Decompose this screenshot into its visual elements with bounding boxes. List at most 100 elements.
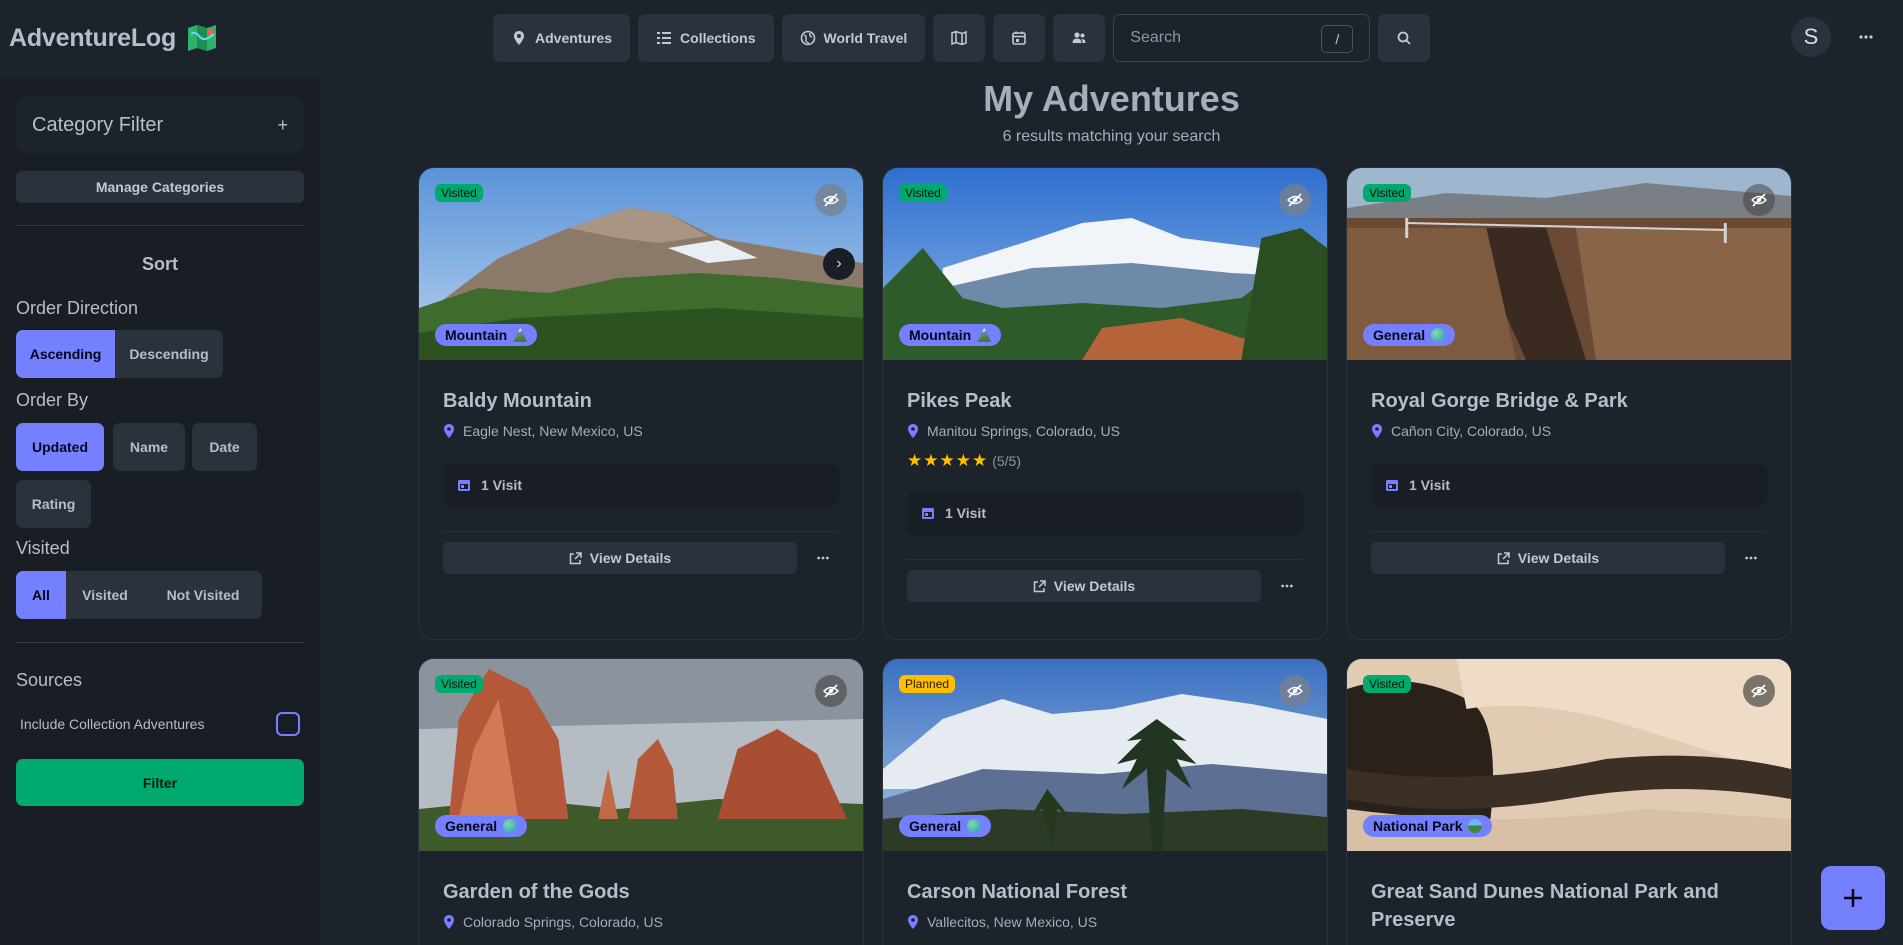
mountain-emoji-icon xyxy=(513,328,528,342)
adventure-image[interactable]: Visited General xyxy=(1347,168,1791,360)
nav-menu: Adventures Collections World Travel / xyxy=(493,14,1431,62)
ellipsis-icon xyxy=(1745,556,1757,560)
results-count: 6 results matching your search xyxy=(1002,128,1221,145)
adventure-image[interactable]: Visited › Mountain xyxy=(419,168,863,360)
map-pin-icon xyxy=(908,915,918,929)
category-label: National Park xyxy=(1373,818,1463,834)
view-details-button[interactable]: View Details xyxy=(907,570,1261,602)
adventure-location: Manitou Springs, Colorado, US xyxy=(907,423,1303,439)
visited-all-button[interactable]: All xyxy=(16,571,66,619)
private-toggle-button[interactable] xyxy=(1743,184,1775,216)
search-input[interactable] xyxy=(1130,29,1311,47)
page-title: My Adventures xyxy=(983,78,1240,119)
private-toggle-button[interactable] xyxy=(1279,184,1311,216)
brand-link[interactable]: AdventureLog xyxy=(9,22,218,54)
adventure-title: Garden of the Gods xyxy=(443,881,630,903)
map-pin-icon xyxy=(444,915,454,929)
order-ascending-button[interactable]: Ascending xyxy=(16,330,115,378)
nav-adventures-button[interactable]: Adventures xyxy=(493,14,631,62)
divider xyxy=(443,531,839,532)
ellipsis-icon xyxy=(1859,35,1873,39)
adventure-image[interactable]: Visited Mountain xyxy=(883,168,1327,360)
category-label: Mountain xyxy=(909,327,972,343)
map-icon xyxy=(951,30,968,46)
card-menu-button[interactable] xyxy=(1271,570,1303,602)
status-badge: Visited xyxy=(1363,184,1411,202)
nav-calendar-button[interactable] xyxy=(993,14,1046,62)
map-logo-icon xyxy=(188,25,217,51)
search-submit-button[interactable] xyxy=(1378,14,1431,62)
eye-off-icon xyxy=(823,684,839,698)
private-toggle-button[interactable] xyxy=(815,184,847,216)
view-details-label: View Details xyxy=(1517,550,1600,566)
expand-plus-icon: + xyxy=(277,114,288,135)
map-pin-icon xyxy=(1372,424,1382,438)
add-adventure-button[interactable] xyxy=(1821,866,1885,930)
adventure-image[interactable]: Visited National Park xyxy=(1347,659,1791,851)
private-toggle-button[interactable] xyxy=(815,675,847,707)
eye-off-icon xyxy=(823,193,839,207)
nav-right: S xyxy=(1791,16,1887,58)
navbar: AdventureLog Adventures Collections Worl… xyxy=(0,0,1903,78)
order-by-name-button[interactable]: Name xyxy=(113,423,185,471)
status-badge: Visited xyxy=(899,184,947,202)
nav-adventures-label: Adventures xyxy=(535,30,613,46)
include-collection-checkbox[interactable] xyxy=(276,712,300,736)
category-label: General xyxy=(445,818,498,834)
order-by-updated-button[interactable]: Updated xyxy=(16,423,104,471)
next-image-button[interactable]: › xyxy=(823,248,855,280)
more-options-button[interactable] xyxy=(1845,16,1887,58)
view-details-label: View Details xyxy=(1053,578,1136,594)
category-badge: General xyxy=(899,815,992,837)
globe-emoji-icon xyxy=(503,819,518,833)
brand-name: AdventureLog xyxy=(9,23,177,52)
view-details-button[interactable]: View Details xyxy=(443,542,797,574)
category-badge: General xyxy=(1363,324,1456,346)
visited-visited-button[interactable]: Visited xyxy=(66,571,144,619)
include-collection-row: Include Collection Adventures xyxy=(20,712,300,736)
manage-categories-button[interactable]: Manage Categories xyxy=(16,171,304,203)
external-link-icon xyxy=(1497,551,1510,564)
adventure-card: Visited National Park Great Sand Dunes N… xyxy=(1346,658,1792,945)
order-descending-button[interactable]: Descending xyxy=(115,330,223,378)
eye-off-icon xyxy=(1287,193,1303,207)
eye-off-icon xyxy=(1751,684,1767,698)
order-by-date-button[interactable]: Date xyxy=(192,423,257,471)
nav-users-button[interactable] xyxy=(1053,14,1106,62)
chevron-right-icon: › xyxy=(836,255,842,272)
visits-count: 1 Visit xyxy=(1409,477,1450,493)
order-direction-label: Order Direction xyxy=(16,298,139,318)
nav-world-travel-button[interactable]: World Travel xyxy=(781,14,926,62)
nav-map-button[interactable] xyxy=(933,14,986,62)
sources-label: Sources xyxy=(16,670,83,690)
order-by-label: Order By xyxy=(16,390,89,410)
nav-collections-button[interactable]: Collections xyxy=(638,14,774,62)
visited-not-visited-button[interactable]: Not Visited xyxy=(144,571,262,619)
visits-box: 1 Visit xyxy=(907,491,1303,535)
card-menu-button[interactable] xyxy=(807,542,839,574)
national-park-emoji-icon xyxy=(1468,819,1483,833)
search-field[interactable]: / xyxy=(1113,14,1371,62)
user-avatar[interactable]: S xyxy=(1791,17,1831,57)
adventure-card: Planned General Carson National Forest V… xyxy=(882,658,1328,945)
adventure-location: Colorado Springs, Colorado, US xyxy=(443,914,839,930)
search-icon xyxy=(1397,31,1411,45)
view-details-button[interactable]: View Details xyxy=(1371,542,1725,574)
divider xyxy=(907,559,1303,560)
location-text: Colorado Springs, Colorado, US xyxy=(463,914,663,930)
category-label: General xyxy=(909,818,962,834)
adventure-card: Visited › Mountain Baldy Mountain Eagle … xyxy=(418,167,864,640)
adventure-title: Pikes Peak xyxy=(907,390,1012,412)
private-toggle-button[interactable] xyxy=(1279,675,1311,707)
private-toggle-button[interactable] xyxy=(1743,675,1775,707)
nav-world-travel-label: World Travel xyxy=(823,30,908,46)
order-by-rating-button[interactable]: Rating xyxy=(16,480,91,528)
adventure-image[interactable]: Planned General xyxy=(883,659,1327,851)
visited-filter-group: All Visited Not Visited xyxy=(16,571,262,619)
adventure-title: Great Sand Dunes National Park and Prese… xyxy=(1371,881,1719,931)
filter-button[interactable]: Filter xyxy=(16,759,304,806)
search-shortcut-key: / xyxy=(1321,25,1354,53)
adventure-image[interactable]: Visited General xyxy=(419,659,863,851)
card-menu-button[interactable] xyxy=(1735,542,1767,574)
category-filter-collapse[interactable]: Category Filter + xyxy=(16,96,304,154)
